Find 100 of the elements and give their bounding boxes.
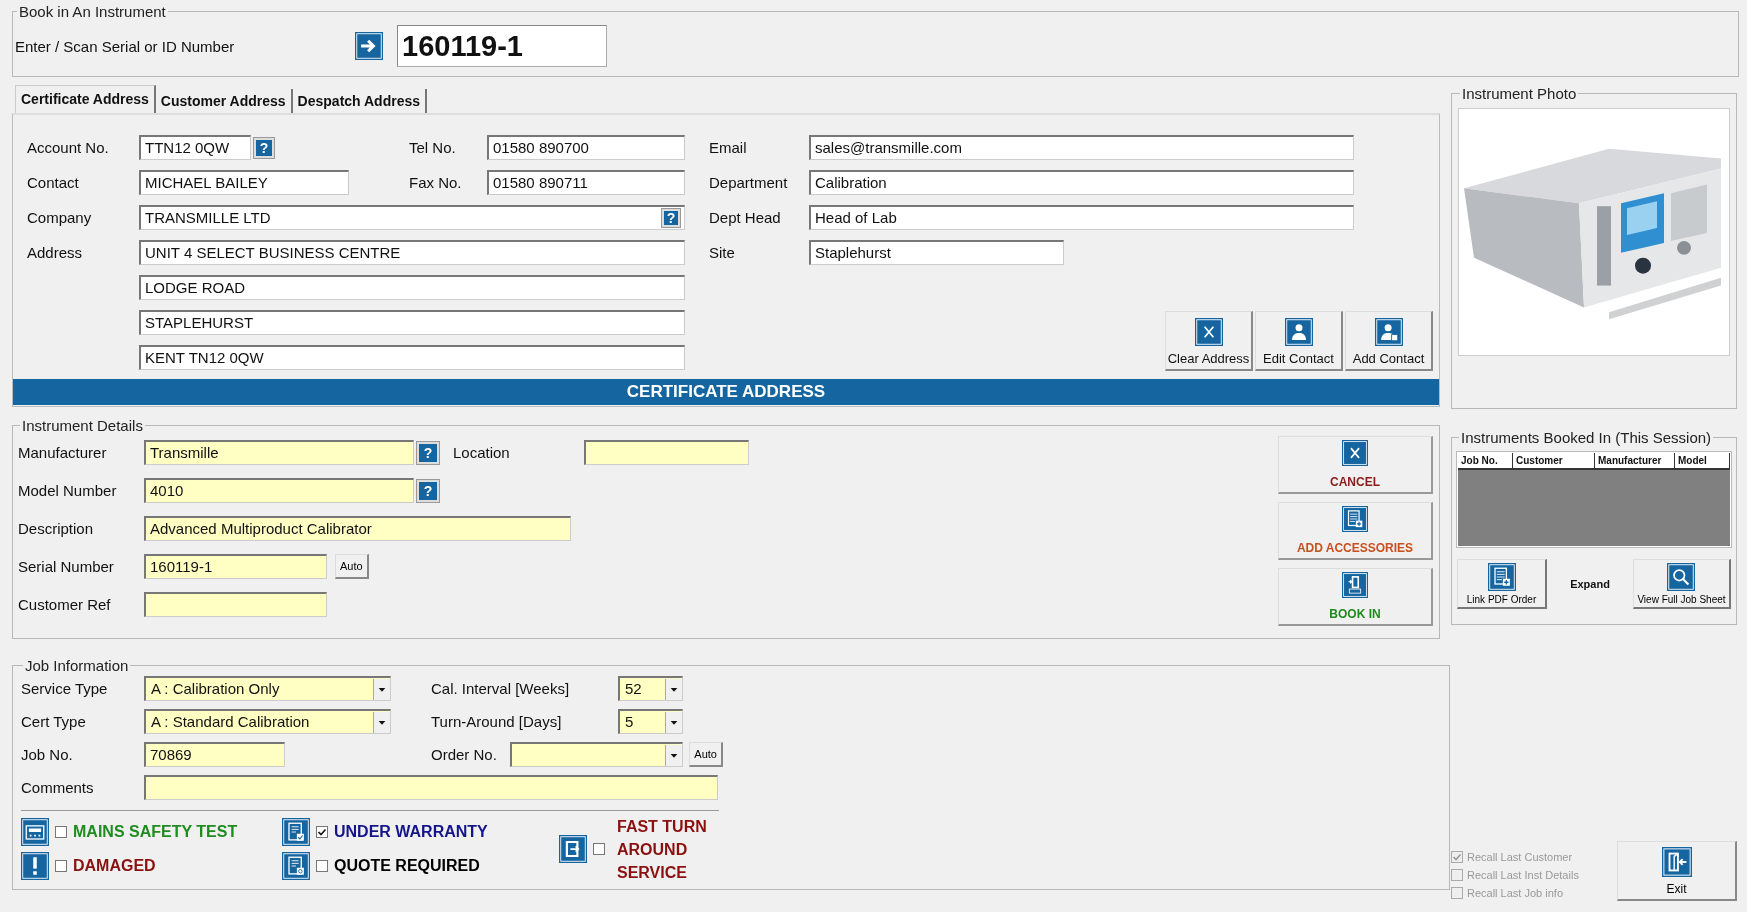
text-field[interactable]: MICHAEL BAILEY <box>139 170 349 195</box>
dropdown[interactable]: A : Calibration Only <box>144 676 391 701</box>
action-button[interactable]: CANCEL <box>1278 436 1433 494</box>
tab[interactable]: Certificate Address <box>15 85 156 113</box>
action-button[interactable]: BOOK IN <box>1278 568 1433 626</box>
link-pdf-button[interactable]: Link PDF Order <box>1457 559 1547 609</box>
search-icon <box>1667 563 1696 591</box>
field-label: Department <box>709 173 789 193</box>
text-field[interactable] <box>144 775 718 800</box>
field-label: Company <box>27 208 93 228</box>
add-person-icon <box>1374 318 1403 346</box>
text-field[interactable]: Calibration <box>809 170 1354 195</box>
document-plus-icon <box>1342 506 1368 532</box>
document-icon <box>282 852 310 880</box>
column-header[interactable]: Customer <box>1513 453 1595 468</box>
field-label: Email <box>709 138 748 158</box>
address-button[interactable]: Edit Contact <box>1255 311 1343 371</box>
text-field[interactable]: TTN12 0QW <box>139 135 251 160</box>
field-label: Dept Head <box>709 208 782 228</box>
group-title: Instrument Photo <box>1461 85 1578 102</box>
checkbox-label: Recall Last Inst Details <box>1467 869 1579 881</box>
text-field[interactable]: Staplehurst <box>809 240 1064 265</box>
text-field[interactable]: TRANSMILLE LTD ? <box>139 205 685 230</box>
lookup-button[interactable]: ? <box>417 479 439 502</box>
group-title: Book in An Instrument <box>18 3 167 20</box>
exclamation-icon <box>21 852 49 880</box>
text-field[interactable]: sales@transmille.com <box>809 135 1354 160</box>
column-header[interactable]: Manufacturer <box>1595 453 1675 468</box>
text-field[interactable]: 01580 890700 <box>487 135 685 160</box>
text-field[interactable]: 70869 <box>144 742 285 767</box>
field-label: Service Type <box>21 679 109 699</box>
auto-button[interactable]: Auto <box>689 742 723 767</box>
dropdown[interactable] <box>510 742 683 767</box>
lookup-button[interactable]: ? <box>254 137 274 158</box>
flag-label: MAINS SAFETY TEST <box>73 823 238 841</box>
caret-icon <box>665 711 682 733</box>
checkbox-label: Recall Last Job info <box>1467 887 1563 899</box>
device-icon <box>21 818 49 846</box>
caret-icon <box>373 678 390 700</box>
checkbox[interactable] <box>55 826 67 838</box>
text-field[interactable]: UNIT 4 SELECT BUSINESS CENTRE <box>139 240 685 265</box>
field-label: Turn-Around [Days] <box>431 712 562 732</box>
person-icon <box>1284 318 1313 346</box>
text-field[interactable] <box>584 440 749 465</box>
text-field[interactable]: KENT TN12 0QW <box>139 345 685 370</box>
dropdown[interactable]: 52 <box>618 676 683 701</box>
lookup-button[interactable]: ? <box>662 209 680 227</box>
serial-field[interactable]: 160119-1 <box>397 25 607 67</box>
x-icon <box>1342 440 1368 466</box>
column-header[interactable]: Model <box>1675 453 1730 468</box>
field-label: Site <box>709 243 736 263</box>
text-field[interactable]: Head of Lab <box>809 205 1354 230</box>
section-banner: CERTIFICATE ADDRESS <box>13 379 1439 405</box>
expand-label[interactable]: Expand <box>1570 578 1610 590</box>
address-button[interactable]: Add Contact <box>1345 311 1433 371</box>
exit-icon <box>1661 847 1692 877</box>
field-label: Serial Number <box>18 557 115 577</box>
dropdown[interactable]: 5 <box>618 709 683 734</box>
text-field[interactable] <box>144 592 327 617</box>
group-title: Instruments Booked In (This Session) <box>1460 429 1713 446</box>
checkbox[interactable] <box>55 860 67 872</box>
x-icon <box>1194 318 1223 346</box>
text-field[interactable]: 160119-1 <box>144 554 327 579</box>
field-label: Address <box>27 243 84 263</box>
door-icon <box>1342 572 1368 598</box>
document-check-icon <box>282 818 310 846</box>
text-field[interactable]: STAPLEHURST <box>139 310 685 335</box>
auto-button[interactable]: Auto <box>335 554 369 579</box>
flag-label: FAST TURN AROUND SERVICE <box>617 816 707 883</box>
dropdown[interactable]: A : Standard Calibration <box>144 709 391 734</box>
lookup-button[interactable]: ? <box>417 441 439 464</box>
field-label: Comments <box>21 778 95 798</box>
flag-label: DAMAGED <box>73 857 156 875</box>
caret-icon <box>373 711 390 733</box>
field-label: Fax No. <box>409 173 463 193</box>
checkbox[interactable] <box>593 843 605 855</box>
text-field[interactable]: 01580 890711 <box>487 170 685 195</box>
exit-button[interactable]: Exit <box>1617 841 1737 901</box>
text-field[interactable]: 4010 <box>144 478 414 503</box>
checkbox[interactable] <box>316 860 328 872</box>
field-label: Cal. Interval [Weeks] <box>431 679 570 699</box>
column-header[interactable]: Job No. <box>1458 453 1513 468</box>
view-job-sheet-button[interactable]: View Full Job Sheet <box>1633 559 1731 609</box>
arrow-icon <box>559 835 587 863</box>
text-field[interactable]: Transmille <box>144 440 414 465</box>
document-plus-icon <box>1487 563 1516 591</box>
caret-icon <box>665 744 682 766</box>
text-field[interactable]: Advanced Multiproduct Calibrator <box>144 516 571 541</box>
field-label: Customer Ref <box>18 595 112 615</box>
field-label: Contact <box>27 173 80 193</box>
checkbox[interactable] <box>316 826 328 838</box>
action-button[interactable]: ADD ACCESSORIES <box>1278 502 1433 560</box>
field-label: Location <box>453 443 511 463</box>
field-label: Manufacturer <box>18 443 108 463</box>
field-label: Description <box>18 519 95 539</box>
field-label: Cert Type <box>21 712 87 732</box>
field-label: Order No. <box>431 745 497 765</box>
field-label: Tel No. <box>409 138 457 158</box>
address-button[interactable]: Clear Address <box>1165 311 1253 371</box>
text-field[interactable]: LODGE ROAD <box>139 275 685 300</box>
